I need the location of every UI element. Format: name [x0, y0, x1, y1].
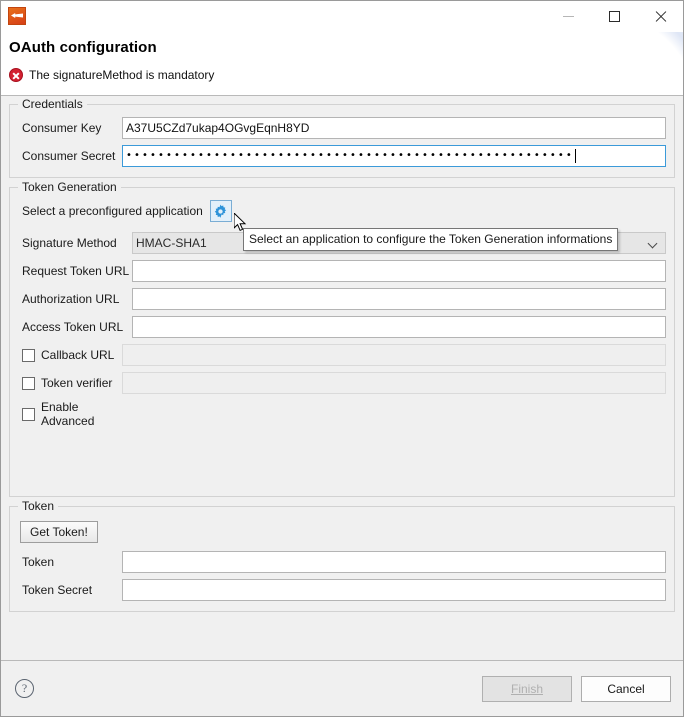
token-secret-label: Token Secret [22, 583, 93, 597]
cancel-button[interactable]: Cancel [581, 675, 671, 702]
consumer-key-label: Consumer Key [22, 121, 102, 135]
request-token-url-label: Request Token URL [22, 264, 130, 278]
enable-advanced-row: Enable Advanced [18, 400, 666, 428]
authorization-url-row: Authorization URL [18, 288, 666, 310]
text-caret [574, 149, 576, 163]
token-generation-group-content: Select a preconfigured application Selec… [10, 188, 674, 496]
token-verifier-check-group[interactable]: Token verifier [18, 376, 122, 390]
token-verifier-label: Token verifier [41, 376, 113, 390]
consumer-key-row: Consumer Key [18, 117, 666, 139]
consumer-secret-row: Consumer Secret ••••••••••••••••••••••••… [18, 145, 666, 167]
preconfigured-application-button[interactable] [209, 200, 232, 222]
access-token-url-input[interactable] [132, 316, 666, 338]
consumer-secret-input[interactable]: ••••••••••••••••••••••••••••••••••••••••… [122, 145, 666, 167]
wizard-header: OAuth configuration The signatureMethod … [1, 32, 683, 96]
preconfigured-application-label: Select a preconfigured application [22, 204, 203, 218]
preconfigured-application-tooltip: Select an application to configure the T… [243, 228, 619, 251]
signature-method-label: Signature Method [22, 236, 117, 250]
token-generation-group: Token Generation Select a preconfigured … [9, 180, 675, 497]
token-input[interactable] [122, 551, 666, 573]
get-token-row: Get Token! [20, 521, 666, 543]
credentials-group-title: Credentials [18, 97, 87, 111]
get-token-button[interactable]: Get Token! [20, 521, 98, 543]
consumer-key-input[interactable] [122, 117, 666, 139]
callback-url-label: Callback URL [41, 348, 115, 362]
header-watermark-decoration [538, 32, 683, 95]
token-group-title: Token [18, 499, 59, 513]
finish-button[interactable]: Finish [482, 675, 572, 702]
access-token-url-row: Access Token URL [18, 316, 666, 338]
help-icon[interactable]: ? [15, 679, 34, 698]
signature-method-value: HMAC-SHA1 [136, 236, 207, 250]
credentials-group-content: Consumer Key Consumer Secret •••••••••••… [10, 105, 674, 177]
talend-app-icon [8, 7, 26, 25]
token-verifier-row: Token verifier [18, 372, 666, 394]
consumer-secret-label: Consumer Secret [22, 149, 116, 163]
error-icon [9, 68, 23, 82]
maximize-button[interactable] [591, 1, 637, 31]
enable-advanced-label: Enable Advanced [41, 400, 95, 428]
callback-url-input[interactable] [122, 344, 666, 366]
token-row: Token [18, 551, 666, 573]
token-label: Token [22, 555, 55, 569]
chevron-down-icon [649, 240, 657, 248]
request-token-url-row: Request Token URL [18, 260, 666, 282]
dialog-body: Credentials Consumer Key Consumer Secret… [1, 96, 683, 660]
token-verifier-input[interactable] [122, 372, 666, 394]
minimize-button[interactable] [545, 1, 591, 31]
minimize-icon [562, 15, 574, 17]
header-watermark-decoration-inner [605, 32, 683, 95]
token-group-content: Get Token! Token Token Secret [10, 507, 674, 611]
close-icon [654, 10, 667, 23]
dialog-footer: ? Finish Cancel [1, 660, 683, 716]
gear-icon [215, 204, 227, 218]
token-verifier-checkbox[interactable] [22, 376, 35, 390]
token-generation-group-title: Token Generation [18, 180, 121, 194]
page-title: OAuth configuration [9, 39, 157, 56]
credentials-group: Credentials Consumer Key Consumer Secret… [9, 97, 675, 178]
callback-url-row: Callback URL [18, 344, 666, 366]
validation-message: The signatureMethod is mandatory [9, 68, 214, 82]
title-bar [1, 1, 683, 32]
validation-message-text: The signatureMethod is mandatory [29, 68, 215, 82]
request-token-url-input[interactable] [132, 260, 666, 282]
preconfigured-application-row: Select a preconfigured application Selec… [18, 200, 666, 251]
authorization-url-label: Authorization URL [22, 292, 120, 306]
callback-url-checkbox[interactable] [22, 348, 35, 362]
callback-url-check-group[interactable]: Callback URL [18, 348, 122, 362]
access-token-url-label: Access Token URL [22, 320, 124, 334]
token-generation-filler [18, 434, 666, 486]
close-button[interactable] [637, 1, 683, 31]
cancel-button-label: Cancel [607, 681, 645, 696]
oauth-configuration-dialog: OAuth configuration The signatureMethod … [0, 0, 684, 717]
consumer-secret-masked-value: ••••••••••••••••••••••••••••••••••••••••… [126, 150, 574, 161]
finish-button-label: Finish [510, 681, 543, 696]
maximize-icon [608, 10, 620, 22]
token-group: Token Get Token! Token Token Secret [9, 499, 675, 612]
enable-advanced-checkbox[interactable] [22, 407, 35, 421]
authorization-url-input[interactable] [132, 288, 666, 310]
token-secret-input[interactable] [122, 579, 666, 601]
enable-advanced-check-group[interactable]: Enable Advanced [18, 400, 122, 428]
token-secret-row: Token Secret [18, 579, 666, 601]
